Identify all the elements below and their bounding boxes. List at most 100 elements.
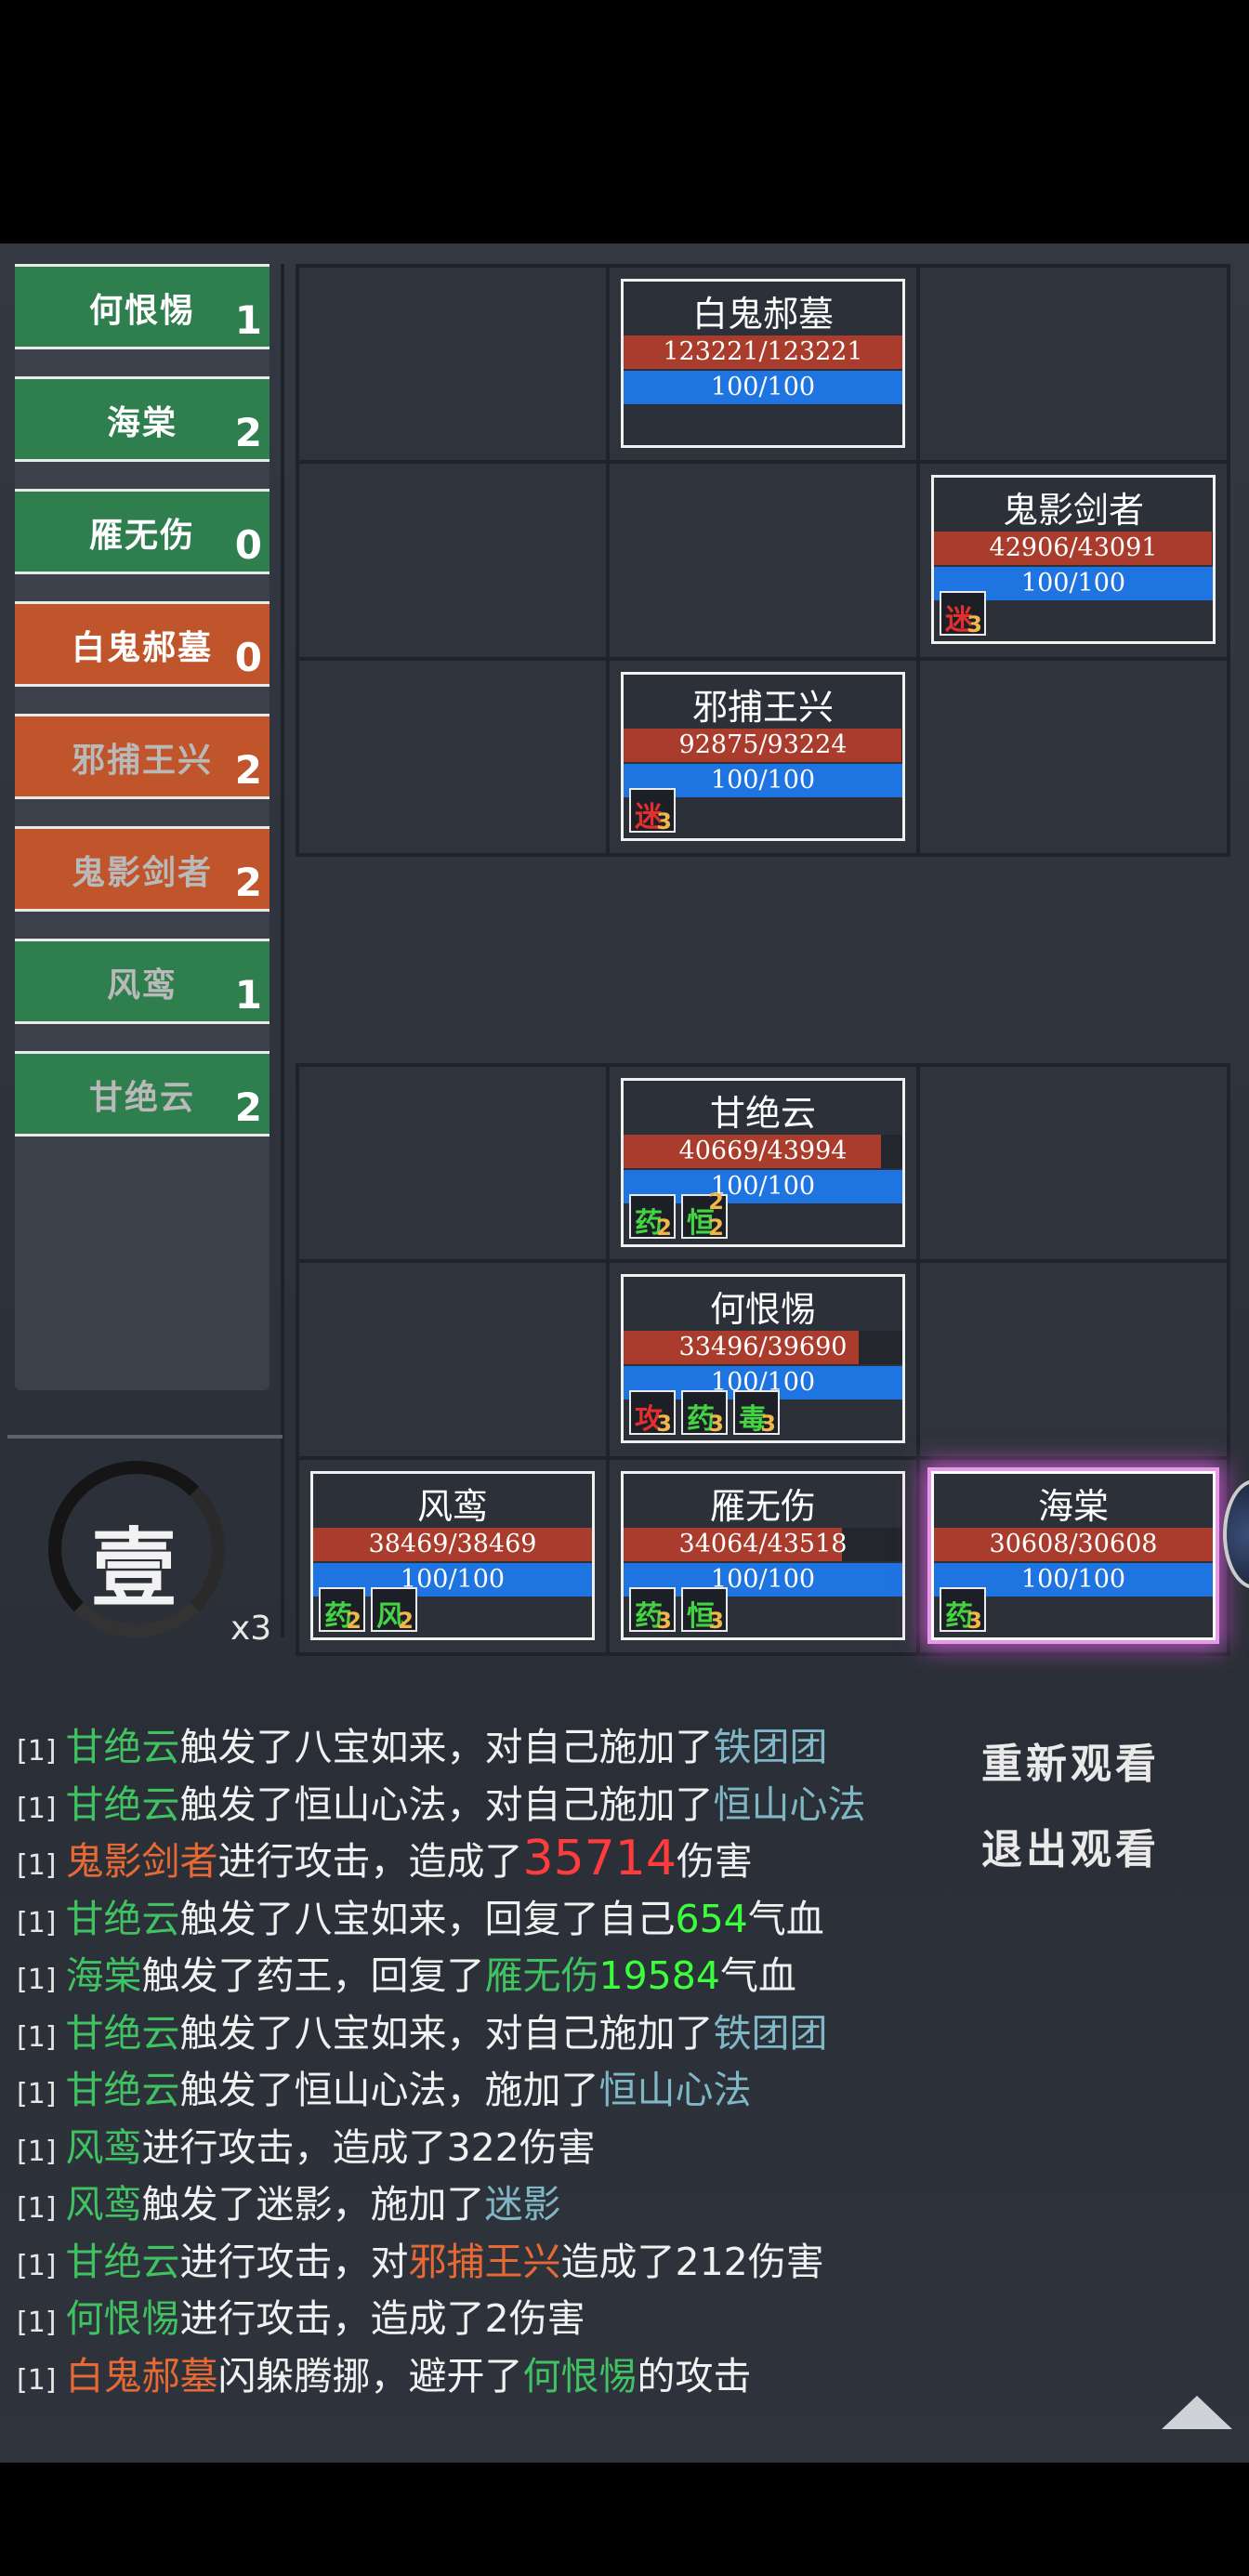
log-round-prefix: [1]: [17, 2135, 57, 2168]
log-segment: 邪捕王兴: [408, 2239, 561, 2284]
turn-order-name: 何恨惕: [88, 292, 195, 330]
log-segment: 何恨惕: [522, 2353, 638, 2399]
unit-card-ganjue[interactable]: 甘绝云 40669/43994 100/100 药 2 恒 2 2: [621, 1078, 905, 1247]
turn-order-name: 雁无伤: [88, 517, 195, 555]
log-segment: 触发了八宝如来，对自己施加了: [179, 2010, 714, 2056]
ally-formation-grid: 甘绝云 40669/43994 100/100 药 2 恒 2 2 何恨惕 33496/3969…: [296, 1063, 1230, 1656]
log-round-prefix: [1]: [17, 1735, 57, 1768]
turn-order-item: 鬼影剑者 2: [15, 826, 270, 912]
unit-card-baigui[interactable]: 白鬼郝墓 123221/123221 100/100: [621, 279, 905, 448]
log-segment: 造成了212伤害: [560, 2239, 824, 2284]
replay-button[interactable]: 重新观看: [981, 1730, 1160, 1790]
unit-card-guiying[interactable]: 鬼影剑者 42906/43091 100/100 迷 3: [931, 475, 1216, 645]
status-turns: 3: [966, 1607, 982, 1634]
log-segment: 白鬼郝墓: [65, 2353, 218, 2399]
log-segment: 甘绝云: [65, 1896, 180, 1941]
status-turns: 3: [656, 1607, 672, 1634]
log-segment: 触发了迷影，施加了: [141, 2182, 485, 2227]
turn-order-item: 白鬼郝墓 0: [15, 601, 270, 687]
turn-order-name: 风鸾: [106, 966, 177, 1005]
exit-watch-button[interactable]: 退出观看: [981, 1816, 1160, 1875]
formation-cell: 鬼影剑者 42906/43091 100/100 迷 3: [920, 464, 1227, 657]
turn-order-item: 何恨惕 1: [15, 264, 270, 349]
status-row: 攻3药3毒3: [629, 1390, 780, 1437]
status-effect-icon: 药3: [681, 1390, 728, 1437]
log-line: [1] 甘绝云触发了恒山心法，对自己施加了恒山心法: [17, 1773, 866, 1831]
turn-order-name: 甘绝云: [88, 1079, 195, 1117]
turn-order-item: 甘绝云 2: [15, 1051, 270, 1137]
speed-multiplier[interactable]: x3: [230, 1610, 271, 1648]
unit-name: 鬼影剑者: [1002, 490, 1144, 532]
hp-text: 38469/38469: [368, 1529, 537, 1558]
status-effect-icon: 药3: [629, 1586, 676, 1634]
hp-text: 30608/30608: [989, 1529, 1158, 1558]
unit-name: 白鬼郝墓: [691, 294, 834, 335]
hp-text: 33496/39690: [678, 1333, 848, 1362]
unit-card-hehen[interactable]: 何恨惕 33496/39690 100/100 攻 3 药 3 毒 3: [621, 1274, 905, 1444]
log-round-prefix: [1]: [17, 1906, 57, 1939]
log-segment: 19584: [598, 1953, 720, 1998]
unit-name: 雁无伤: [709, 1485, 816, 1527]
status-row: 药3: [940, 1586, 986, 1634]
log-segment: 进行攻击，对: [179, 2239, 409, 2284]
turn-order-item: 雁无伤 0: [15, 489, 270, 574]
formation-cell: [299, 1067, 606, 1260]
status-stack: 2: [708, 1189, 724, 1215]
log-segment: 654: [675, 1896, 748, 1941]
status-turns: 2: [346, 1607, 362, 1634]
unit-card-xiebu[interactable]: 邪捕王兴 92875/93224 100/100 迷 3: [621, 671, 905, 841]
unit-name: 风鸾: [416, 1485, 488, 1527]
log-segment: 甘绝云: [65, 1781, 180, 1827]
formation-cell: [610, 464, 916, 657]
mp-bar: 100/100: [624, 371, 902, 404]
log-segment: 的攻击: [637, 2353, 752, 2399]
formation-cell: 邪捕王兴 92875/93224 100/100 迷 3: [610, 660, 916, 853]
turn-order-count: 2: [234, 860, 262, 905]
log-segment: 何恨惕: [65, 2296, 180, 2341]
log-line: [1] 甘绝云触发了八宝如来，回复了自己654气血: [17, 1887, 866, 1945]
log-segment: 触发了八宝如来，回复了自己: [179, 1896, 676, 1941]
log-round-prefix: [1]: [17, 1964, 57, 1996]
unit-card-yanwu[interactable]: 雁无伤 34064/43518 100/100 药 3 恒 3: [621, 1470, 905, 1640]
battle-log-list: [1] 甘绝云触发了八宝如来，对自己施加了铁团团 [1] 甘绝云触发了恒山心法，对自己…: [17, 1715, 866, 2401]
formation-cell: 雁无伤 34064/43518 100/100 药 3 恒 3: [610, 1459, 916, 1652]
status-effect-icon: 风2: [371, 1586, 417, 1634]
status-row: 药3恒3: [629, 1586, 728, 1634]
log-segment: 恒山心法: [598, 2068, 752, 2112]
scroll-up-icon[interactable]: [1162, 2396, 1232, 2429]
log-segment: 进行攻击，造成了: [217, 1839, 523, 1884]
unit-card-haitang[interactable]: 海棠 30608/30608 100/100 药 3: [931, 1470, 1216, 1640]
vertical-divider: [281, 264, 284, 1637]
status-effect-icon: 药3: [940, 1586, 986, 1634]
turn-order-item: 海棠 2: [15, 376, 270, 462]
formation-cell: 风鸾 38469/38469 100/100 药 2 风 2: [299, 1459, 606, 1652]
log-line: [1] 鬼影剑者进行攻击，造成了35714伤害: [17, 1830, 866, 1887]
turn-order-item: 风鸾 1: [15, 939, 270, 1024]
hp-text: 34064/43518: [678, 1529, 848, 1558]
log-round-prefix: [1]: [17, 2078, 57, 2110]
status-effect-icon: 药2: [319, 1586, 365, 1634]
formation-cell: [920, 660, 1227, 853]
log-line: [1] 甘绝云触发了八宝如来，对自己施加了铁团团: [17, 2002, 866, 2059]
status-turns: 2: [398, 1607, 414, 1634]
unit-card-fengluan[interactable]: 风鸾 38469/38469 100/100 药 2 风 2: [310, 1470, 595, 1640]
status-turns: 2: [708, 1215, 724, 1241]
turn-order-panel: 何恨惕 1 海棠 2 雁无伤 0 白鬼郝墓 0 邪捕王兴 2 鬼影剑者 2 风鸾 1 甘绝云 2: [15, 264, 270, 1390]
hp-bar: 33496/39690: [624, 1331, 902, 1365]
status-turns: 3: [708, 1607, 724, 1634]
log-segment: 35714: [522, 1831, 677, 1886]
formation-cell: [920, 268, 1227, 461]
log-line: [1] 风鸾进行攻击，造成了322伤害: [17, 2116, 866, 2174]
turn-order-name: 白鬼郝墓: [71, 629, 213, 667]
formation-cell: [299, 1263, 606, 1456]
horizontal-divider: [7, 1435, 283, 1439]
log-segment: 触发了恒山心法，施加了: [179, 2068, 599, 2112]
log-round-prefix: [1]: [17, 2307, 57, 2339]
status-turns: 3: [966, 611, 982, 638]
status-row: 迷3: [629, 787, 676, 835]
log-segment: 气血: [747, 1896, 824, 1941]
unit-name: 何恨惕: [709, 1289, 816, 1331]
battle-log-area: [1] 甘绝云触发了八宝如来，对自己施加了铁团团 [1] 甘绝云触发了恒山心法，对自己…: [0, 1675, 1249, 2463]
log-segment: 触发了恒山心法，对自己施加了: [179, 1781, 714, 1827]
hp-text: 123221/123221: [663, 337, 863, 366]
